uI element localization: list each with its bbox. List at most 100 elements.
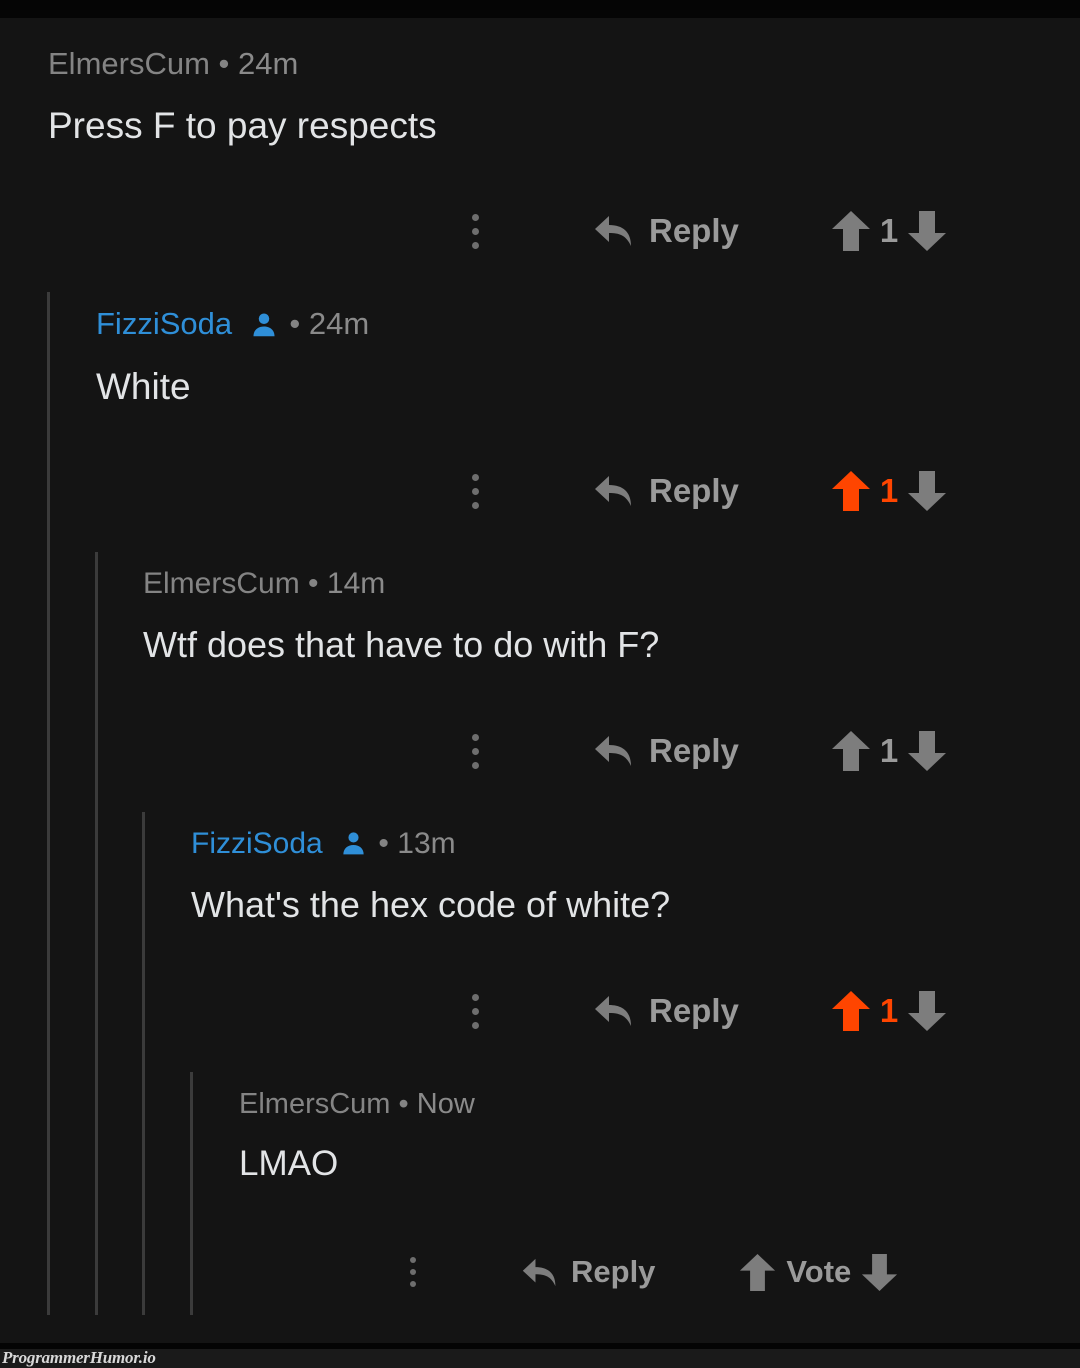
reply-button[interactable]: Reply — [593, 472, 739, 510]
kebab-dot — [471, 761, 479, 769]
comment-timestamp: 24m — [308, 306, 370, 341]
thread-line-depth-3[interactable] — [142, 812, 145, 1315]
upvote-arrow-icon[interactable] — [831, 730, 871, 772]
comment-text: Press F to pay respects — [48, 105, 437, 146]
comment-block: ElmersCum • 24m Press F to pay respects — [48, 48, 437, 146]
thread-line-depth-1[interactable] — [47, 292, 50, 1315]
comment-block: FizziSoda • 13m What's the hex code of w… — [191, 829, 670, 925]
comment-author[interactable]: FizziSoda — [191, 827, 323, 860]
reply-label: Reply — [649, 212, 739, 249]
comment-action-row: Reply 1 — [455, 465, 947, 517]
downvote-arrow-icon[interactable] — [907, 210, 947, 252]
meta-separator: • — [398, 1088, 409, 1120]
vote-group: 1 — [831, 210, 947, 252]
downvote-arrow-icon[interactable] — [907, 990, 947, 1032]
kebab-dot — [410, 1257, 416, 1263]
more-options-icon[interactable] — [455, 725, 495, 777]
comment-meta: FizziSoda • 13m — [191, 829, 670, 859]
comment-author[interactable]: ElmersCum — [143, 567, 300, 600]
vote-group: 1 — [831, 730, 947, 772]
reply-label: Reply — [571, 1254, 656, 1289]
vote-group: 1 — [831, 470, 947, 512]
more-options-icon[interactable] — [455, 985, 495, 1037]
comment-timestamp: 14m — [326, 567, 386, 600]
comment-action-row: Reply 1 — [455, 205, 947, 257]
vote-count[interactable]: Vote — [786, 1254, 851, 1290]
kebab-dot — [471, 501, 479, 509]
vote-group: Vote — [739, 1253, 898, 1292]
vote-group: 1 — [831, 990, 947, 1032]
comment-author[interactable]: ElmersCum — [48, 46, 210, 81]
vote-count: 1 — [879, 472, 899, 509]
comment-block: ElmersCum • 14m Wtf does that have to do… — [143, 569, 659, 665]
op-person-icon — [339, 829, 368, 858]
reply-arrow-icon — [522, 1258, 556, 1286]
comment-author[interactable]: ElmersCum — [239, 1088, 390, 1120]
downvote-arrow-icon[interactable] — [907, 730, 947, 772]
reply-label: Reply — [649, 472, 739, 509]
comment-author[interactable]: FizziSoda — [96, 306, 232, 341]
kebab-dot — [471, 227, 479, 235]
kebab-dot — [471, 241, 479, 249]
kebab-dot — [471, 487, 479, 495]
more-options-icon[interactable] — [455, 465, 495, 517]
comment-block: ElmersCum • Now LMAO — [239, 1090, 475, 1184]
comment-meta: ElmersCum • Now — [239, 1090, 475, 1119]
comment-block: FizziSoda • 24m White — [96, 308, 369, 407]
comment-text: Wtf does that have to do with F? — [143, 624, 660, 665]
upvote-arrow-icon[interactable] — [739, 1253, 776, 1292]
comment-action-row: Reply 1 — [455, 725, 947, 777]
comment-meta: ElmersCum • 24m — [48, 48, 437, 79]
comment-text: LMAO — [239, 1144, 339, 1183]
vote-count: 1 — [879, 992, 899, 1029]
reply-button[interactable]: Reply — [593, 732, 739, 770]
comment-text: What's the hex code of white? — [191, 884, 671, 925]
watermark-strip — [0, 1349, 1080, 1368]
thread-line-depth-2[interactable] — [95, 552, 98, 1315]
upvote-arrow-icon[interactable] — [831, 210, 871, 252]
thread-line-depth-4[interactable] — [190, 1072, 193, 1315]
kebab-dot — [410, 1269, 416, 1275]
comment-action-row: Reply 1 — [455, 985, 947, 1037]
top-black-band — [0, 0, 1080, 18]
kebab-dot — [471, 213, 479, 221]
upvote-arrow-icon[interactable] — [831, 470, 871, 512]
comment-timestamp: Now — [416, 1088, 475, 1120]
kebab-dot — [471, 747, 479, 755]
kebab-dot — [471, 993, 479, 1001]
downvote-arrow-icon[interactable] — [907, 470, 947, 512]
kebab-dot — [471, 733, 479, 741]
vote-count: 1 — [879, 732, 899, 769]
vote-count: 1 — [879, 212, 899, 249]
comment-meta: FizziSoda • 24m — [96, 308, 369, 340]
kebab-dot — [410, 1281, 416, 1287]
upvote-arrow-icon[interactable] — [831, 990, 871, 1032]
reply-arrow-icon — [595, 476, 631, 506]
reply-button[interactable]: Reply — [521, 1254, 655, 1290]
kebab-dot — [471, 473, 479, 481]
reply-label: Reply — [649, 732, 739, 769]
comment-text: White — [96, 365, 191, 407]
comment-meta: ElmersCum • 14m — [143, 569, 659, 599]
downvote-arrow-icon[interactable] — [861, 1253, 898, 1292]
watermark-label: ProgrammerHumor.io — [2, 1348, 156, 1367]
reply-arrow-icon — [595, 736, 631, 766]
more-options-icon[interactable] — [395, 1248, 431, 1296]
meta-separator: • — [308, 567, 319, 600]
meta-separator: • — [289, 306, 301, 341]
reply-button[interactable]: Reply — [593, 212, 739, 250]
reply-button[interactable]: Reply — [593, 992, 739, 1030]
meta-separator: • — [378, 827, 389, 860]
screenshot-root: ElmersCum • 24m Press F to pay respects … — [0, 0, 1080, 1368]
more-options-icon[interactable] — [455, 205, 495, 257]
kebab-dot — [471, 1021, 479, 1029]
meta-separator: • — [218, 46, 230, 81]
op-person-icon — [249, 310, 279, 340]
reply-label: Reply — [649, 992, 739, 1029]
kebab-dot — [471, 1007, 479, 1015]
comment-action-row: Reply Vote — [395, 1248, 898, 1296]
reply-arrow-icon — [595, 216, 631, 246]
comment-timestamp: 13m — [397, 827, 456, 860]
reply-arrow-icon — [595, 996, 631, 1026]
comment-timestamp: 24m — [238, 46, 299, 81]
